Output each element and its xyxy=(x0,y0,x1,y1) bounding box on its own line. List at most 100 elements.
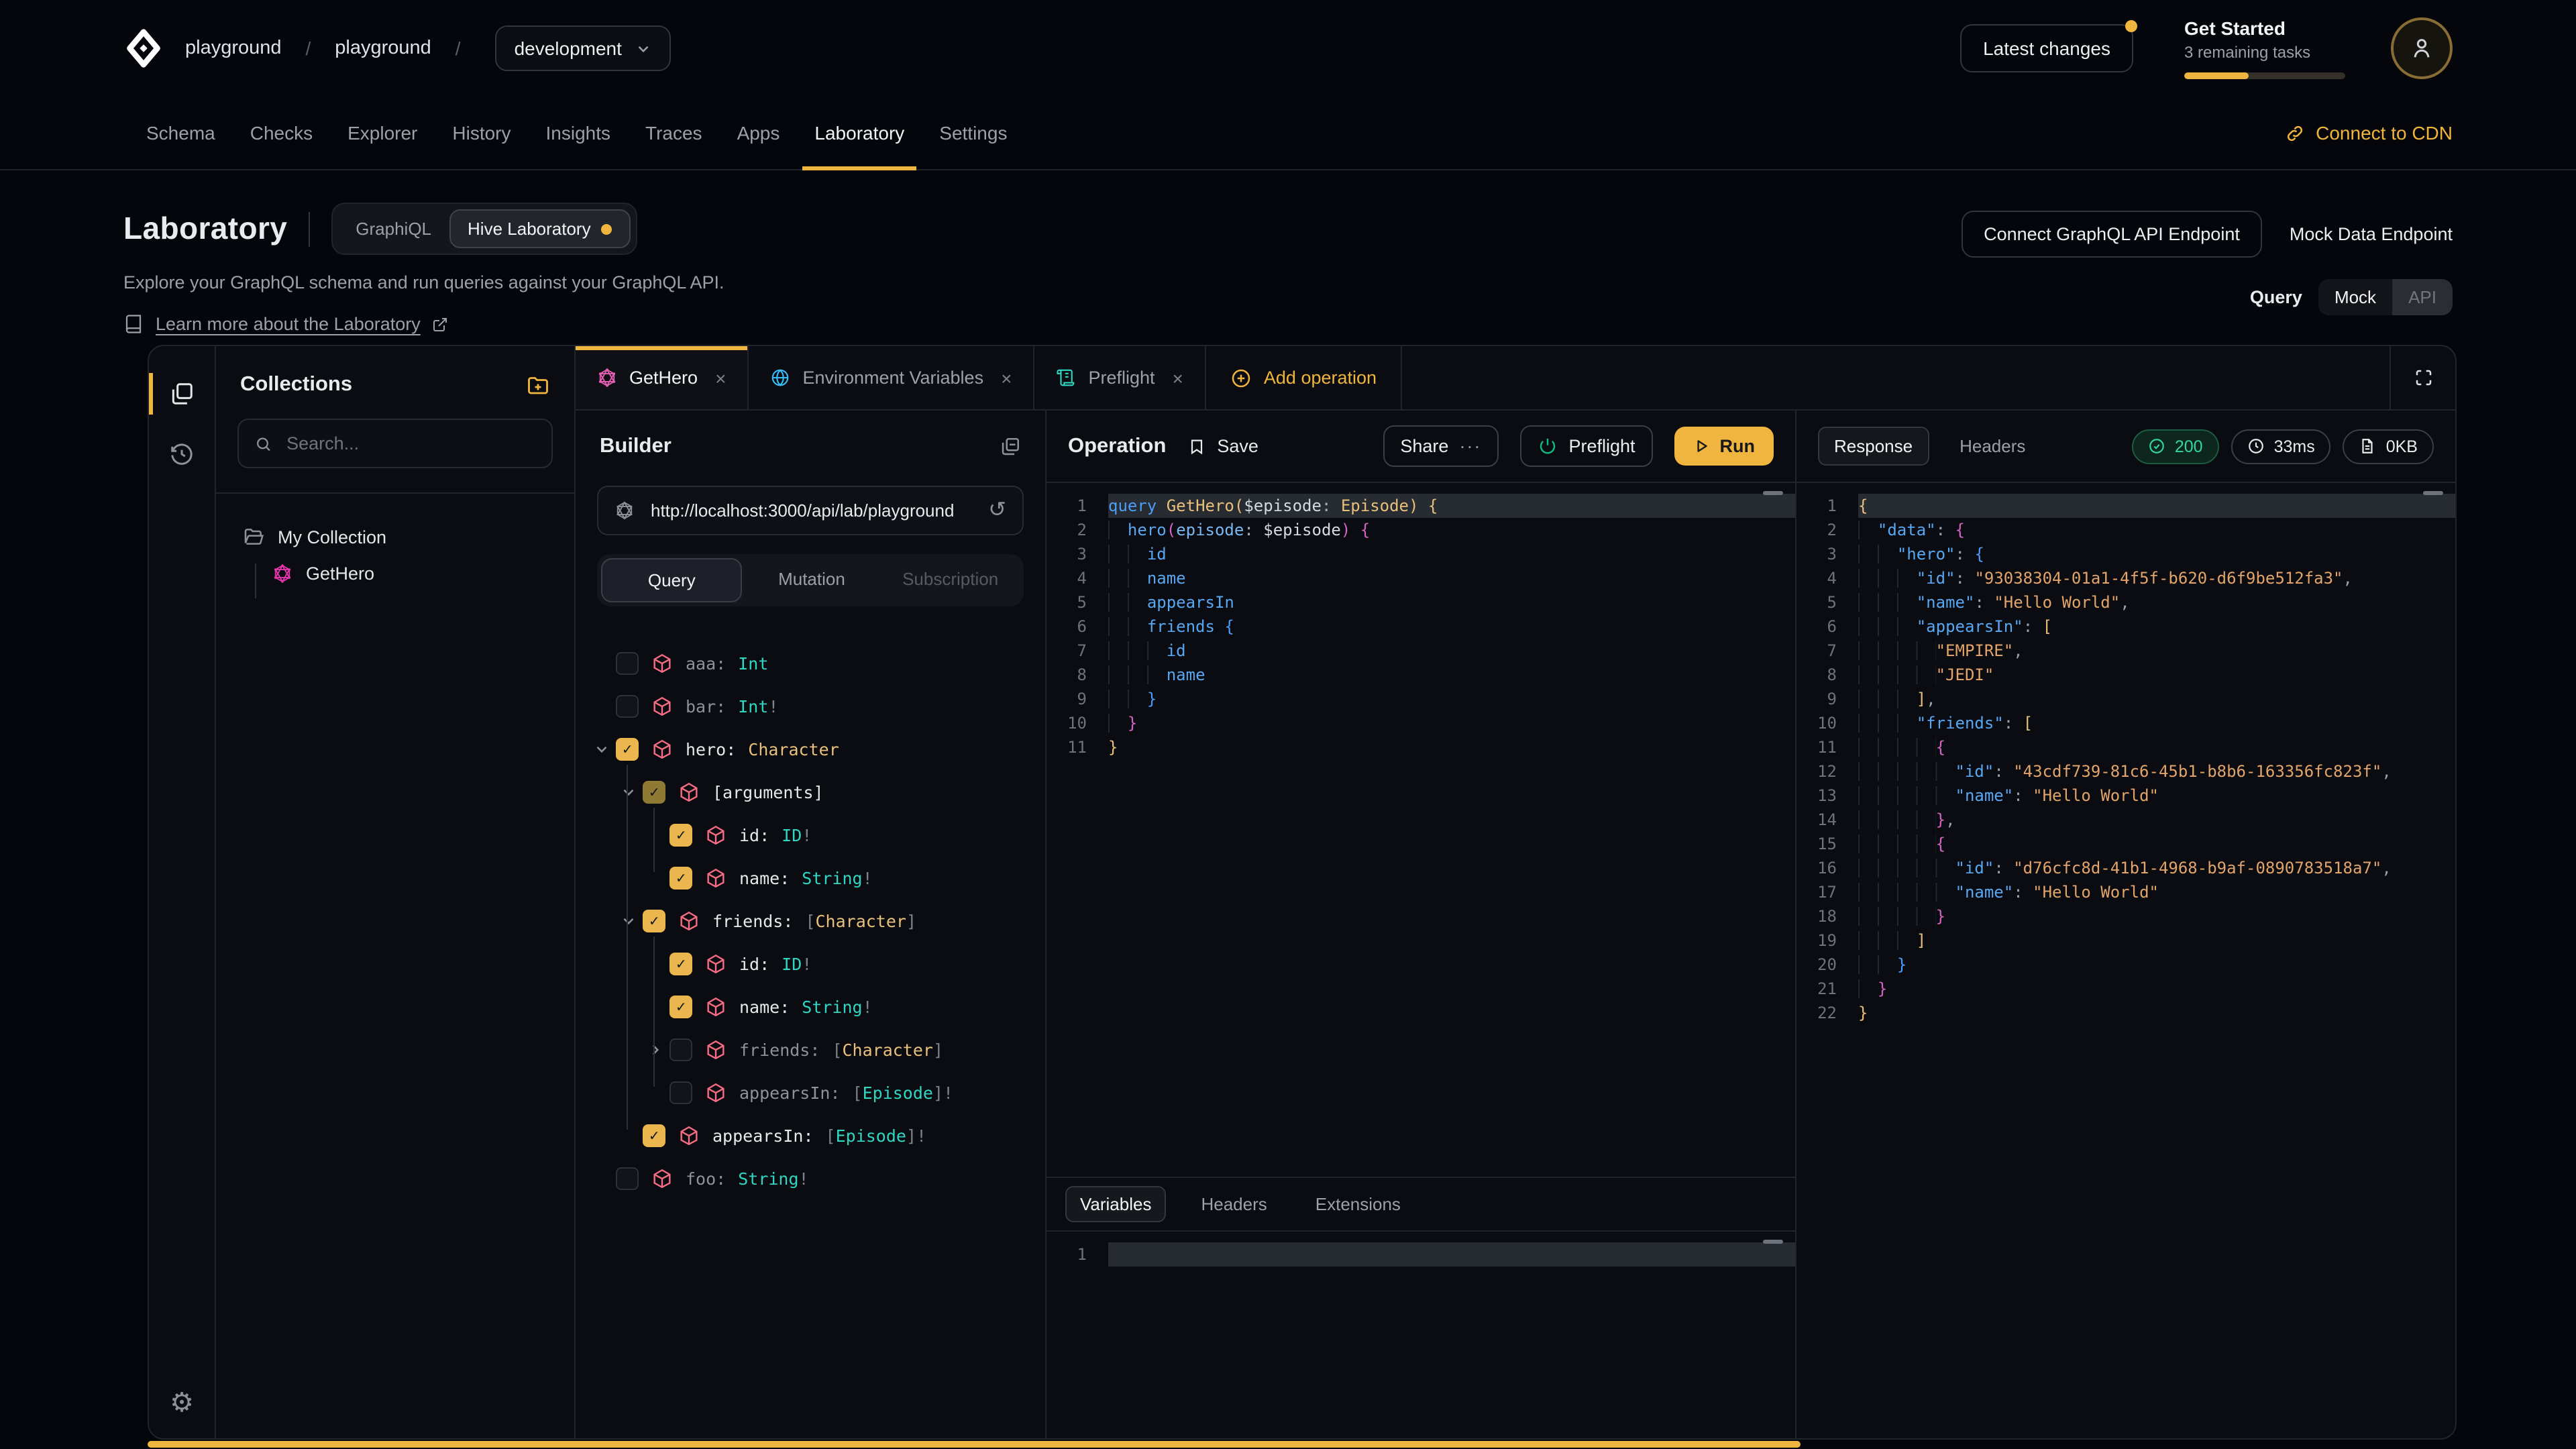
add-collection-icon[interactable] xyxy=(526,373,550,397)
fullscreen-icon xyxy=(2413,368,2433,388)
power-icon xyxy=(1538,436,1558,456)
nav-tab-insights[interactable]: Insights xyxy=(529,97,629,169)
variables-editor[interactable]: 1 xyxy=(1046,1232,1795,1438)
nav-tab-history[interactable]: History xyxy=(435,97,528,169)
field-checkbox[interactable]: ✓ xyxy=(643,780,665,803)
field-row-appearsin[interactable]: ✓appearsIn:[Episode]! xyxy=(616,1114,1045,1157)
environment-selector[interactable]: development xyxy=(496,25,672,71)
collection-operation-gethero[interactable]: GetHero xyxy=(264,555,555,592)
tab-headers[interactable]: Headers xyxy=(1187,1187,1280,1221)
query-editor[interactable]: 1query GetHero($episode: Episode) {2 her… xyxy=(1046,483,1795,1177)
field-checkbox[interactable]: ✓ xyxy=(669,823,692,846)
field-checkbox[interactable]: ✓ xyxy=(643,1124,665,1146)
mock-endpoint-button[interactable]: Mock Data Endpoint xyxy=(2290,224,2453,244)
tab-gethero[interactable]: GetHero × xyxy=(576,346,749,409)
field-checkbox[interactable] xyxy=(669,1081,692,1104)
tab-environment-variables[interactable]: Environment Variables × xyxy=(749,346,1034,409)
field-row-name[interactable]: ✓name:String! xyxy=(616,856,1045,899)
chevron-down-icon[interactable] xyxy=(614,912,641,929)
nav-tab-schema[interactable]: Schema xyxy=(129,97,233,169)
close-icon[interactable]: × xyxy=(715,367,726,388)
resize-handle[interactable] xyxy=(1763,491,1783,495)
collapse-panel-icon[interactable] xyxy=(998,435,1021,458)
close-icon[interactable]: × xyxy=(1173,367,1183,388)
field-row-id[interactable]: ✓id:ID! xyxy=(616,942,1045,985)
field-checkbox[interactable]: ✓ xyxy=(669,866,692,889)
chevron-down-icon[interactable] xyxy=(614,783,641,800)
breadcrumb-project[interactable]: playground xyxy=(335,38,431,59)
optab-mutation[interactable]: Mutation xyxy=(743,558,881,602)
tab-preflight[interactable]: Preflight × xyxy=(1034,346,1205,409)
close-icon[interactable]: × xyxy=(1001,367,1012,388)
tab-variables[interactable]: Variables xyxy=(1065,1186,1166,1222)
field-checkbox[interactable]: ✓ xyxy=(669,952,692,975)
connect-endpoint-button[interactable]: Connect GraphQL API Endpoint xyxy=(1961,211,2263,258)
field-checkbox[interactable] xyxy=(616,651,639,674)
nav-tab-apps[interactable]: Apps xyxy=(720,97,798,169)
field-row-foo[interactable]: foo:String! xyxy=(616,1157,1045,1199)
get-started-widget[interactable]: Get Started 3 remaining tasks xyxy=(2184,17,2345,79)
field-row-friends[interactable]: friends:[Character] xyxy=(616,1028,1045,1071)
tab-response-headers[interactable]: Headers xyxy=(1945,428,2040,464)
query-mode-api[interactable]: API xyxy=(2392,279,2453,315)
field-row-friends[interactable]: ✓friends:[Character] xyxy=(616,899,1045,942)
breadcrumb-org[interactable]: playground xyxy=(185,38,282,59)
collection-folder[interactable]: My Collection xyxy=(235,518,555,555)
chevron-right-icon[interactable] xyxy=(641,1040,668,1058)
field-checkbox[interactable] xyxy=(669,1038,692,1061)
rail-history-button[interactable] xyxy=(149,431,215,478)
query-mode-mock[interactable]: Mock xyxy=(2318,279,2392,315)
nav-tab-explorer[interactable]: Explorer xyxy=(330,97,435,169)
run-button[interactable]: Run xyxy=(1674,427,1774,466)
field-row-id[interactable]: ✓id:ID! xyxy=(616,813,1045,856)
mode-hive-laboratory[interactable]: Hive Laboratory xyxy=(449,209,631,248)
settings-gear-button[interactable]: ⚙ xyxy=(170,1386,194,1419)
nav-tab-settings[interactable]: Settings xyxy=(922,97,1024,169)
field-row-aaa[interactable]: aaa:Int xyxy=(616,641,1045,684)
code-line: 1query GetHero($episode: Episode) { xyxy=(1046,494,1795,518)
share-button[interactable]: Share ··· xyxy=(1383,425,1499,467)
field-row-bar[interactable]: bar:Int! xyxy=(616,684,1045,727)
resize-handle[interactable] xyxy=(2423,491,2443,495)
optab-subscription[interactable]: Subscription xyxy=(881,558,1020,602)
mode-graphiql[interactable]: GraphiQL xyxy=(338,211,449,247)
nav-tab-laboratory[interactable]: Laboratory xyxy=(797,97,922,169)
field-type-icon xyxy=(704,995,727,1018)
optab-query[interactable]: Query xyxy=(601,558,743,602)
rail-collections-button[interactable] xyxy=(149,370,215,417)
tab-response[interactable]: Response xyxy=(1818,427,1929,466)
resize-handle[interactable] xyxy=(1763,1240,1783,1244)
panel-resize-indicator[interactable] xyxy=(148,1441,1801,1448)
field-label: hero: xyxy=(686,739,736,759)
endpoint-url-input[interactable] xyxy=(648,499,975,522)
bookmark-icon xyxy=(1187,437,1206,455)
response-viewer[interactable]: 1{2 "data": {3 "hero": {4 "id": "9303830… xyxy=(1796,483,2455,1438)
field-checkbox[interactable] xyxy=(616,1167,639,1189)
save-button[interactable]: Save xyxy=(1187,436,1258,456)
field-row-appearsin[interactable]: appearsIn:[Episode]! xyxy=(616,1071,1045,1114)
refresh-icon[interactable]: ↺ xyxy=(988,500,1006,521)
field-checkbox[interactable]: ✓ xyxy=(669,995,692,1018)
field-row-name[interactable]: ✓name:String! xyxy=(616,985,1045,1028)
field-checkbox[interactable] xyxy=(616,694,639,717)
preflight-button[interactable]: Preflight xyxy=(1520,425,1652,467)
field-row-hero[interactable]: ✓hero:Character xyxy=(616,727,1045,770)
connect-to-cdn-button[interactable]: Connect to CDN xyxy=(2285,97,2453,169)
nav-tab-checks[interactable]: Checks xyxy=(233,97,330,169)
collections-search[interactable] xyxy=(237,419,553,468)
latest-changes-button[interactable]: Latest changes xyxy=(1960,24,2133,72)
chevron-down-icon[interactable] xyxy=(588,740,614,757)
field-row-arguments[interactable]: ✓[arguments] xyxy=(616,770,1045,813)
field-checkbox[interactable]: ✓ xyxy=(616,737,639,760)
user-avatar[interactable] xyxy=(2391,17,2453,79)
fullscreen-button[interactable] xyxy=(2390,346,2455,409)
learn-more-link[interactable]: Learn more about the Laboratory xyxy=(156,314,421,334)
nav-tab-traces[interactable]: Traces xyxy=(628,97,720,169)
field-type-icon xyxy=(651,651,674,674)
search-input[interactable] xyxy=(284,432,535,455)
more-options-icon[interactable]: ··· xyxy=(1459,436,1481,456)
field-checkbox[interactable]: ✓ xyxy=(643,909,665,932)
tab-extensions[interactable]: Extensions xyxy=(1302,1187,1414,1221)
add-operation-button[interactable]: Add operation xyxy=(1206,346,1402,409)
endpoint-url-box: ↺ xyxy=(597,486,1024,535)
